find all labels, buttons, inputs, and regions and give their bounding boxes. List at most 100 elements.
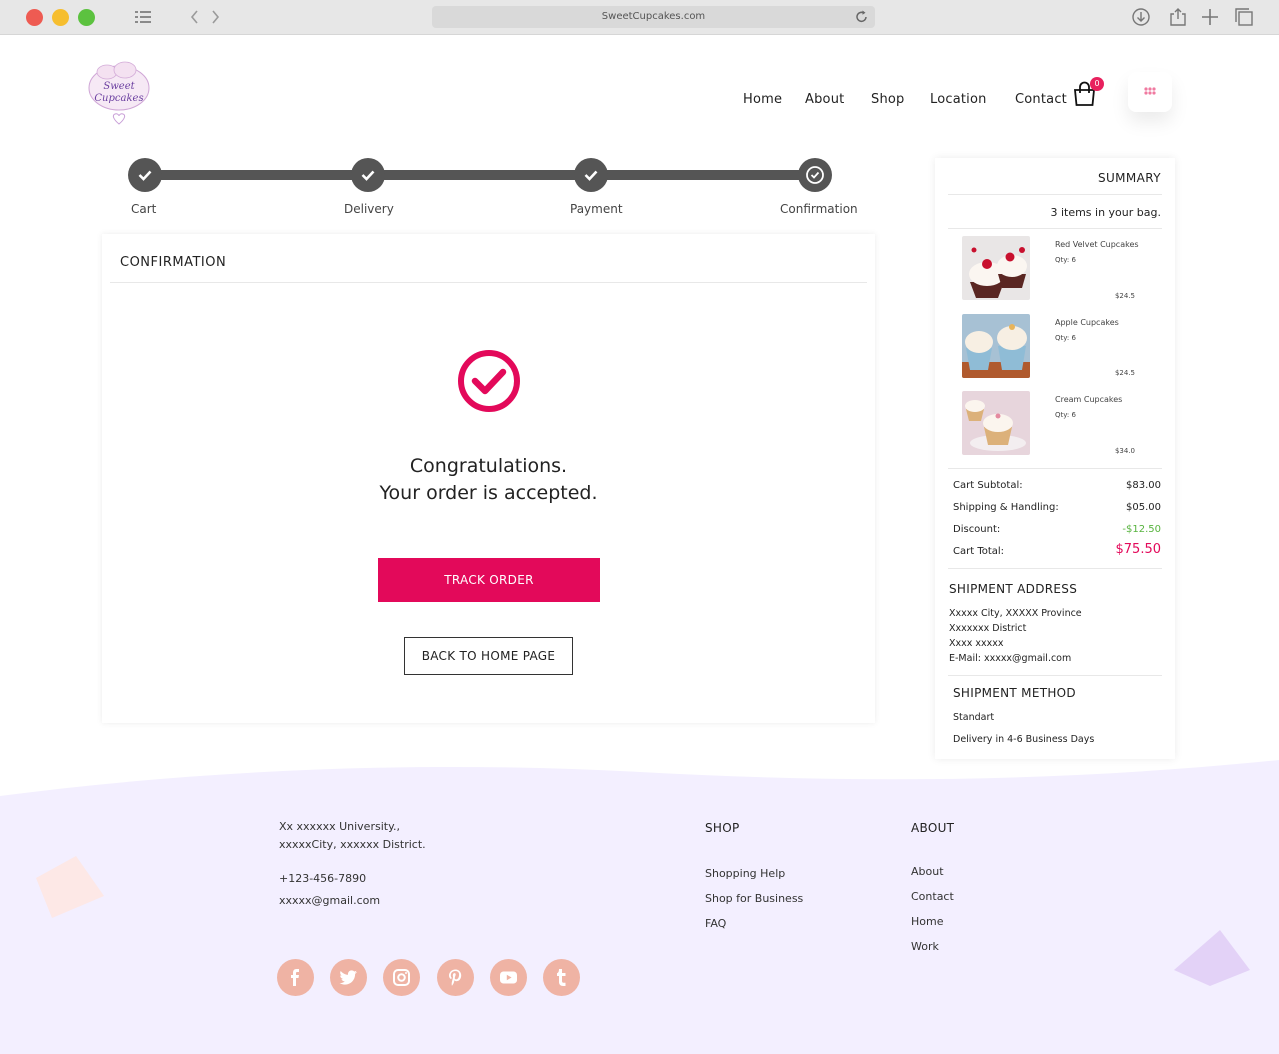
footer-link-home[interactable]: Home	[911, 915, 943, 928]
item-name: Red Velvet Cupcakes	[1055, 240, 1139, 249]
back-icon[interactable]	[190, 6, 200, 34]
sidebar-icon[interactable]	[135, 6, 151, 34]
subtotal-value: $83.00	[1126, 480, 1161, 491]
browser-toolbar: SweetCupcakes.com	[0, 0, 1279, 35]
item-image-apple[interactable]	[962, 314, 1030, 378]
congrats-line-2: Your order is accepted.	[379, 482, 598, 504]
footer-link-about[interactable]: About	[911, 865, 944, 878]
divider	[948, 675, 1162, 676]
window-close-button[interactable]	[26, 9, 43, 26]
congrats-line-1: Congratulations.	[409, 455, 568, 477]
footer-email[interactable]: xxxxx@gmail.com	[279, 894, 380, 907]
item-price: $24.5	[1114, 369, 1135, 377]
item-name: Apple Cupcakes	[1055, 318, 1119, 327]
step-label-confirmation: Confirmation	[780, 202, 858, 216]
track-order-button[interactable]: TRACK ORDER	[378, 558, 600, 602]
discount-label: Discount:	[953, 524, 1001, 535]
item-price: $24.5	[1114, 292, 1135, 300]
divider	[948, 568, 1162, 569]
divider	[948, 228, 1162, 229]
item-image-cream[interactable]	[962, 391, 1030, 455]
shipping-value: $05.00	[1126, 502, 1161, 513]
footer-address-line-1: Xx xxxxxx University.,	[279, 820, 401, 833]
pinterest-icon[interactable]	[437, 959, 474, 996]
new-tab-icon[interactable]	[1201, 6, 1219, 34]
item-image-red-velvet[interactable]	[962, 236, 1030, 300]
tumblr-icon[interactable]	[543, 959, 580, 996]
footer-address-line-2: xxxxxCity, xxxxxx District.	[279, 838, 426, 851]
address-email: E-Mail: xxxxx@gmail.com	[949, 653, 1072, 664]
item-name: Cream Cupcakes	[1055, 395, 1123, 404]
menu-button[interactable]	[1128, 72, 1172, 112]
address-bar[interactable]: SweetCupcakes.com	[432, 6, 875, 28]
back-to-home-button[interactable]: BACK TO HOME PAGE	[404, 637, 573, 675]
discount-value: -$12.50	[1122, 524, 1161, 535]
instagram-icon[interactable]	[383, 959, 420, 996]
checkout-progress-track	[144, 170, 816, 180]
step-cart-marker[interactable]	[128, 158, 162, 192]
logo-text-sweet: Sweet	[103, 81, 135, 92]
decorative-shape	[30, 856, 106, 924]
tabs-icon[interactable]	[1234, 6, 1254, 34]
youtube-icon[interactable]	[490, 959, 527, 996]
shipping-label: Shipping & Handling:	[953, 502, 1059, 513]
subtotal-label: Cart Subtotal:	[953, 480, 1023, 491]
footer-link-work[interactable]: Work	[911, 940, 939, 953]
grid-menu-icon	[1144, 87, 1156, 95]
footer-link-shop-for-business[interactable]: Shop for Business	[705, 892, 803, 905]
footer-shop-title: SHOP	[705, 821, 740, 835]
footer-background	[0, 760, 1279, 1054]
divider	[110, 282, 867, 283]
forward-icon[interactable]	[210, 6, 220, 34]
item-qty: Qty: 6	[1055, 256, 1076, 264]
step-payment-marker[interactable]	[574, 158, 608, 192]
step-confirmation-marker[interactable]	[798, 158, 832, 192]
footer-about-title: ABOUT	[911, 821, 955, 835]
logo-text-cupcakes: Cupcakes	[94, 93, 143, 104]
step-delivery-marker[interactable]	[351, 158, 385, 192]
divider	[948, 468, 1162, 469]
check-icon	[361, 170, 375, 181]
window-minimize-button[interactable]	[52, 9, 69, 26]
item-qty: Qty: 6	[1055, 334, 1076, 342]
nav-shop[interactable]: Shop	[871, 92, 905, 107]
window-zoom-button[interactable]	[78, 9, 95, 26]
delivery-estimate: Delivery in 4-6 Business Days	[953, 734, 1095, 745]
success-check-icon	[456, 348, 522, 414]
shipment-method-value: Standart	[953, 712, 995, 723]
order-summary-panel: SUMMARY 3 items in your bag. Red Velvet …	[935, 158, 1175, 759]
address-line: Xxxxx City, XXXXX Province	[949, 608, 1082, 619]
facebook-icon[interactable]	[277, 959, 314, 996]
share-icon[interactable]	[1169, 6, 1187, 34]
shipment-address-title: SHIPMENT ADDRESS	[949, 582, 1078, 596]
address-text: SweetCupcakes.com	[601, 11, 706, 22]
brand-logo[interactable]: Sweet Cupcakes	[85, 58, 155, 130]
nav-location[interactable]: Location	[930, 92, 987, 107]
check-icon	[584, 170, 598, 181]
footer-link-contact[interactable]: Contact	[911, 890, 954, 903]
footer-link-faq[interactable]: FAQ	[705, 917, 726, 930]
check-icon	[138, 170, 152, 181]
summary-title: SUMMARY	[1097, 171, 1161, 185]
step-label-payment: Payment	[570, 202, 623, 216]
nav-about[interactable]: About	[805, 92, 844, 107]
address-line: Xxxx xxxxx	[949, 638, 1004, 649]
nav-home[interactable]: Home	[743, 92, 782, 107]
item-price: $34.0	[1114, 447, 1135, 455]
download-icon[interactable]	[1131, 6, 1151, 34]
confirmation-card: CONFIRMATION Congratulations. Your order…	[102, 234, 875, 723]
divider	[948, 194, 1162, 195]
address-line: Xxxxxxx District	[949, 623, 1027, 634]
decorative-shape	[1170, 930, 1252, 992]
footer-phone[interactable]: +123-456-7890	[279, 872, 366, 885]
twitter-icon[interactable]	[330, 959, 367, 996]
nav-contact[interactable]: Contact	[1015, 92, 1067, 107]
confirmation-title: CONFIRMATION	[120, 255, 227, 270]
total-value: $75.50	[1115, 542, 1162, 557]
footer-link-shopping-help[interactable]: Shopping Help	[705, 867, 785, 880]
step-label-delivery: Delivery	[344, 202, 394, 216]
item-qty: Qty: 6	[1055, 411, 1076, 419]
step-label-cart: Cart	[131, 202, 157, 216]
circle-check-icon	[806, 166, 824, 184]
reload-icon[interactable]	[856, 6, 868, 36]
